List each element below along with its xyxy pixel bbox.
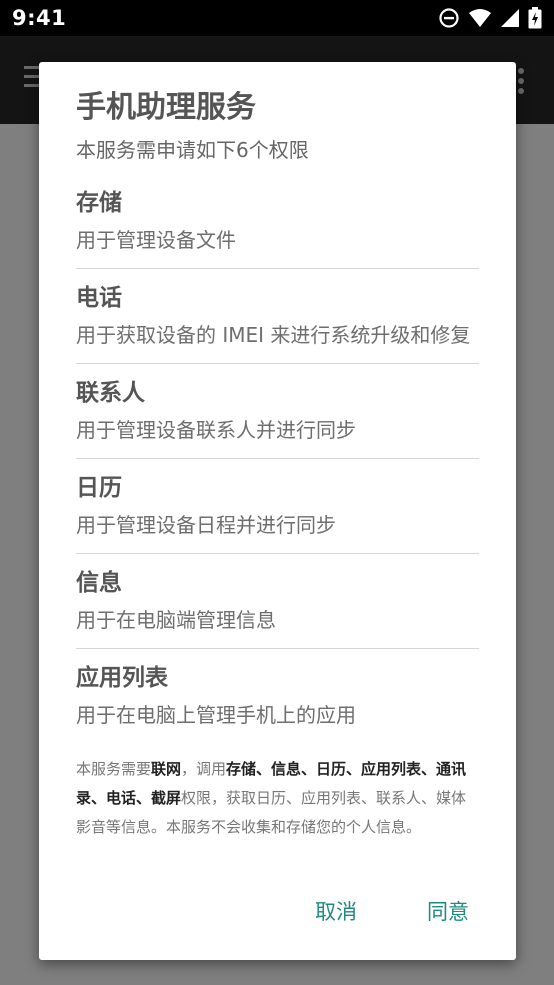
permission-name: 应用列表 [76,665,168,691]
privacy-notice: 本服务需要联网，调用存储、信息、日历、应用列表、通讯录、电话、截屏权限，获取日历… [76,755,479,842]
battery-icon [528,7,542,29]
notice-text: ，调用 [181,760,227,778]
permission-name: 日历 [76,475,122,501]
permission-item-contacts: 联系人 用于管理设备联系人并进行同步 [76,364,479,459]
permission-item-messages: 信息 用于在电脑端管理信息 [76,554,479,649]
permission-name: 存储 [76,190,122,216]
permission-description: 用于管理设备文件 [76,228,236,252]
notice-bold-network: 联网 [151,760,182,778]
permission-description: 用于在电脑端管理信息 [76,608,276,632]
dialog-actions: 取消 同意 [305,892,479,930]
permission-item-app-list: 应用列表 用于在电脑上管理手机上的应用 [76,649,479,743]
permission-description: 用于获取设备的 IMEI 来进行系统升级和修复 [76,323,471,347]
dialog-subtitle: 本服务需申请如下6个权限 [76,138,309,162]
permission-name: 电话 [76,285,122,311]
status-icons [438,7,542,29]
permission-dialog: 手机助理服务 本服务需申请如下6个权限 存储 用于管理设备文件 电话 用于获取设… [39,62,516,960]
wifi-icon [468,8,492,28]
permission-description: 用于管理设备日程并进行同步 [76,513,336,537]
permission-item-storage: 存储 用于管理设备文件 [76,174,479,269]
notice-text: 本服务需要 [76,760,152,778]
permission-description: 用于管理设备联系人并进行同步 [76,418,356,442]
permission-item-phone: 电话 用于获取设备的 IMEI 来进行系统升级和修复 [76,269,479,364]
status-time: 9:41 [12,6,67,30]
signal-icon [500,8,520,28]
permission-name: 联系人 [76,380,145,406]
more-vert-icon [518,68,524,98]
permission-list: 存储 用于管理设备文件 电话 用于获取设备的 IMEI 来进行系统升级和修复 联… [76,174,479,743]
cancel-button[interactable]: 取消 [305,892,367,930]
dialog-title: 手机助理服务 [76,90,256,125]
status-bar: 9:41 [0,0,554,36]
permission-item-calendar: 日历 用于管理设备日程并进行同步 [76,459,479,554]
permission-name: 信息 [76,570,122,596]
permission-description: 用于在电脑上管理手机上的应用 [76,703,356,727]
do-not-disturb-icon [438,7,460,29]
agree-button[interactable]: 同意 [417,892,479,930]
